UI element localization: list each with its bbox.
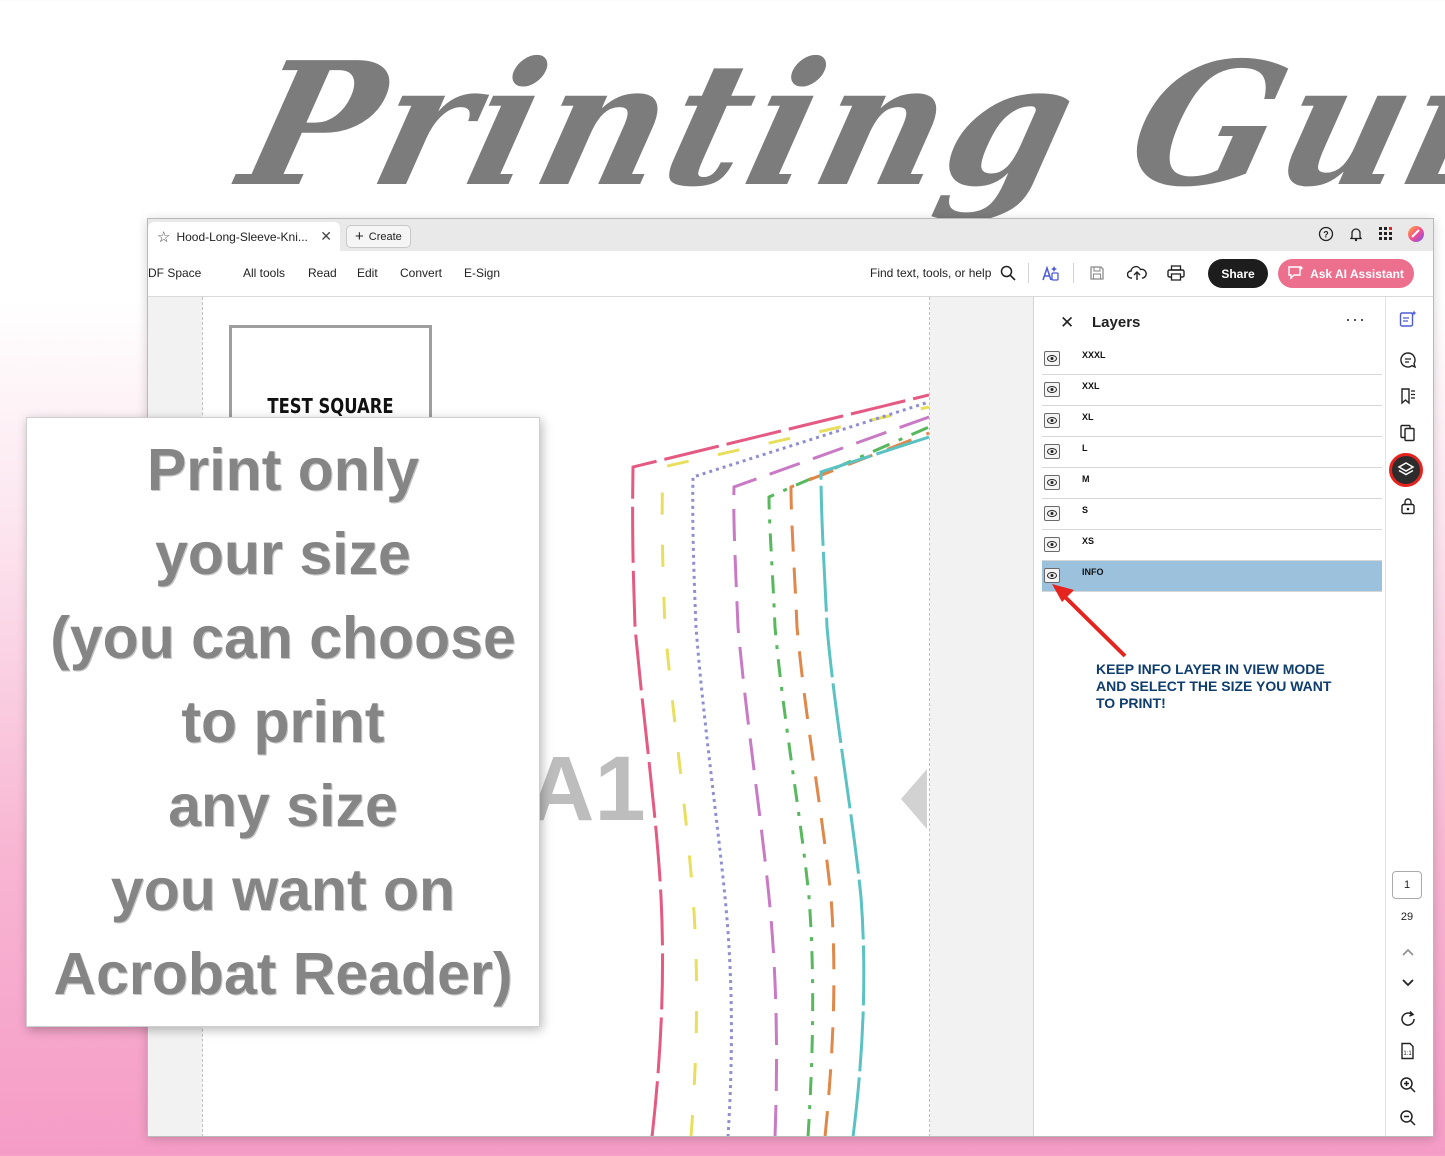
zoom-in-icon[interactable]: [1396, 1073, 1420, 1097]
right-tool-rail: 1 29 1:1: [1385, 297, 1433, 1136]
more-options-icon[interactable]: ···: [1345, 309, 1366, 330]
current-page-input[interactable]: 1: [1392, 871, 1422, 899]
menu-edit[interactable]: Edit: [357, 266, 378, 280]
layer-row[interactable]: L: [1042, 437, 1382, 468]
chevron-down-icon[interactable]: [1396, 971, 1420, 995]
red-arrow-icon: [1052, 584, 1127, 658]
share-button[interactable]: Share: [1208, 259, 1268, 288]
rotate-icon[interactable]: [1396, 1007, 1420, 1031]
layer-name: S: [1082, 505, 1089, 515]
instruction-line: Acrobat Reader): [53, 941, 513, 1007]
print-icon[interactable]: [1164, 261, 1188, 285]
plus-icon: +: [355, 228, 364, 245]
profile-avatar[interactable]: [1407, 225, 1425, 243]
pattern-line-xxl: [660, 405, 929, 1136]
layer-row[interactable]: XXL: [1042, 375, 1382, 406]
lock-icon[interactable]: [1396, 494, 1420, 518]
window-icons: ?: [1317, 225, 1425, 243]
total-pages: 29: [1400, 911, 1414, 923]
eye-icon[interactable]: [1044, 537, 1060, 552]
eye-icon[interactable]: [1044, 444, 1060, 459]
pattern-line-xxxl: [631, 393, 929, 1136]
bell-icon[interactable]: [1347, 225, 1365, 243]
layers-icon[interactable]: [1389, 453, 1423, 487]
close-panel-icon[interactable]: ✕: [1060, 313, 1074, 333]
eye-icon[interactable]: [1044, 413, 1060, 428]
instruction-card: Print only your size (you can choose to …: [26, 417, 540, 1027]
layer-name: XS: [1082, 536, 1095, 546]
instruction-line: to print: [181, 689, 385, 755]
search-icon[interactable]: [996, 261, 1020, 285]
layer-row[interactable]: XS: [1042, 530, 1382, 561]
create-button[interactable]: + Create: [346, 225, 411, 248]
menu-convert[interactable]: Convert: [400, 266, 442, 280]
eye-icon[interactable]: [1044, 506, 1060, 521]
tab-bar: ☆ Hood-Long-Sleeve-Kni... ✕ + Create ?: [148, 219, 1433, 251]
layer-row[interactable]: S: [1042, 499, 1382, 530]
comment-icon[interactable]: [1396, 348, 1420, 372]
close-icon[interactable]: ✕: [320, 228, 332, 245]
toolbar-separator: [1028, 263, 1029, 283]
fit-page-icon[interactable]: 1:1: [1396, 1039, 1420, 1063]
eye-icon[interactable]: [1044, 351, 1060, 366]
menu-read[interactable]: Read: [308, 266, 337, 280]
chevron-up-icon[interactable]: [1396, 940, 1420, 964]
star-icon[interactable]: ☆: [157, 228, 170, 246]
layer-name: XXL: [1082, 381, 1100, 391]
ai-summary-icon[interactable]: [1396, 307, 1420, 331]
layer-row[interactable]: XXXL: [1042, 344, 1382, 375]
layer-row[interactable]: XL: [1042, 406, 1382, 437]
layers-panel: ✕ Layers ··· XXXL XXL XL L M S XS INFO K…: [1034, 297, 1384, 1136]
search-label[interactable]: Find text, tools, or help: [870, 266, 991, 280]
instruction-annotation: KEEP INFO LAYER IN VIEW MODE AND SELECT …: [1096, 661, 1366, 712]
cloud-upload-icon[interactable]: [1125, 261, 1149, 285]
main-toolbar: DF Space All tools Read Edit Convert E-S…: [148, 251, 1433, 297]
layer-name: L: [1082, 443, 1088, 453]
svg-text:1:1: 1:1: [1403, 1051, 1412, 1057]
ask-ai-assistant-label: Ask AI Assistant: [1310, 266, 1404, 281]
instruction-line: any size: [168, 773, 398, 839]
save-icon[interactable]: [1085, 261, 1109, 285]
instruction-line: Print only: [146, 437, 420, 503]
annotation-line: TO PRINT!: [1096, 695, 1166, 711]
eye-icon[interactable]: [1044, 382, 1060, 397]
ai-assistant-icon: [1288, 265, 1304, 283]
instruction-line: you want on: [110, 857, 456, 923]
zoom-out-icon[interactable]: [1396, 1106, 1420, 1130]
annotation-line: AND SELECT THE SIZE YOU WANT: [1096, 678, 1332, 694]
menu-e-sign[interactable]: E-Sign: [464, 266, 500, 280]
layer-name: M: [1082, 474, 1090, 484]
layers-panel-title: Layers: [1092, 314, 1141, 331]
apps-grid-icon[interactable]: [1377, 225, 1395, 243]
document-tab-title: Hood-Long-Sleeve-Kni...: [176, 229, 308, 244]
pattern-line-xl: [691, 400, 929, 1136]
document-tab[interactable]: ☆ Hood-Long-Sleeve-Kni... ✕: [148, 222, 340, 251]
annotation-line: KEEP INFO LAYER IN VIEW MODE: [1096, 661, 1325, 677]
svg-text:?: ?: [1323, 230, 1329, 240]
help-icon[interactable]: ?: [1317, 225, 1335, 243]
eye-icon[interactable]: [1044, 475, 1060, 490]
menu-pdf-space[interactable]: DF Space: [148, 266, 201, 280]
layer-row[interactable]: M: [1042, 468, 1382, 499]
ask-ai-assistant-button[interactable]: Ask AI Assistant: [1278, 259, 1414, 288]
printing-guide-heading: Printing Guide: [225, 25, 1445, 225]
instruction-line: your size: [155, 521, 411, 587]
menu-all-tools[interactable]: All tools: [243, 266, 285, 280]
layer-name: XXXL: [1082, 350, 1106, 360]
create-button-label: Create: [368, 230, 402, 243]
ai-tools-icon[interactable]: [1038, 261, 1062, 285]
toolbar-separator: [1073, 263, 1074, 283]
previous-page-arrow-icon[interactable]: [901, 769, 927, 829]
instruction-line: (you can choose: [50, 605, 516, 671]
pages-icon[interactable]: [1396, 421, 1420, 445]
layer-name: XL: [1082, 412, 1094, 422]
bookmark-icon[interactable]: [1396, 384, 1420, 408]
